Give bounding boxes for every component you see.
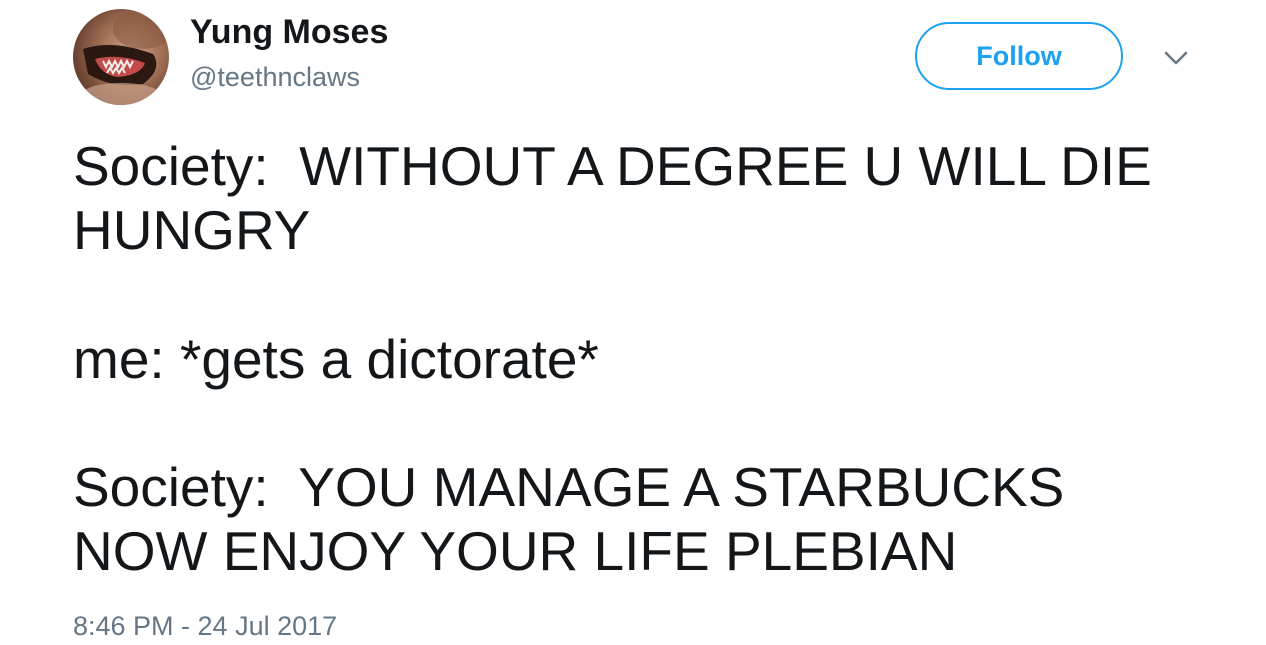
user-handle[interactable]: @teethnclaws: [190, 60, 360, 94]
tweet-paragraph: me: *gets a dictorate*: [73, 328, 599, 390]
tweet-card: Yung Moses @teethnclaws Follow Society: …: [0, 0, 1266, 645]
dog-teeth-avatar-icon: [81, 9, 169, 105]
tweet-paragraph: Society: WITHOUT A DEGREE U WILL DIE HUN…: [73, 135, 1168, 261]
tweet-timestamp[interactable]: 8:46 PM - 24 Jul 2017: [73, 609, 337, 643]
follow-button[interactable]: Follow: [915, 22, 1123, 90]
chevron-down-icon[interactable]: [1160, 44, 1192, 72]
avatar[interactable]: [73, 9, 169, 105]
tweet-paragraph: Society: YOU MANAGE A STARBUCKS NOW ENJO…: [73, 456, 1080, 582]
display-name[interactable]: Yung Moses: [190, 12, 388, 52]
